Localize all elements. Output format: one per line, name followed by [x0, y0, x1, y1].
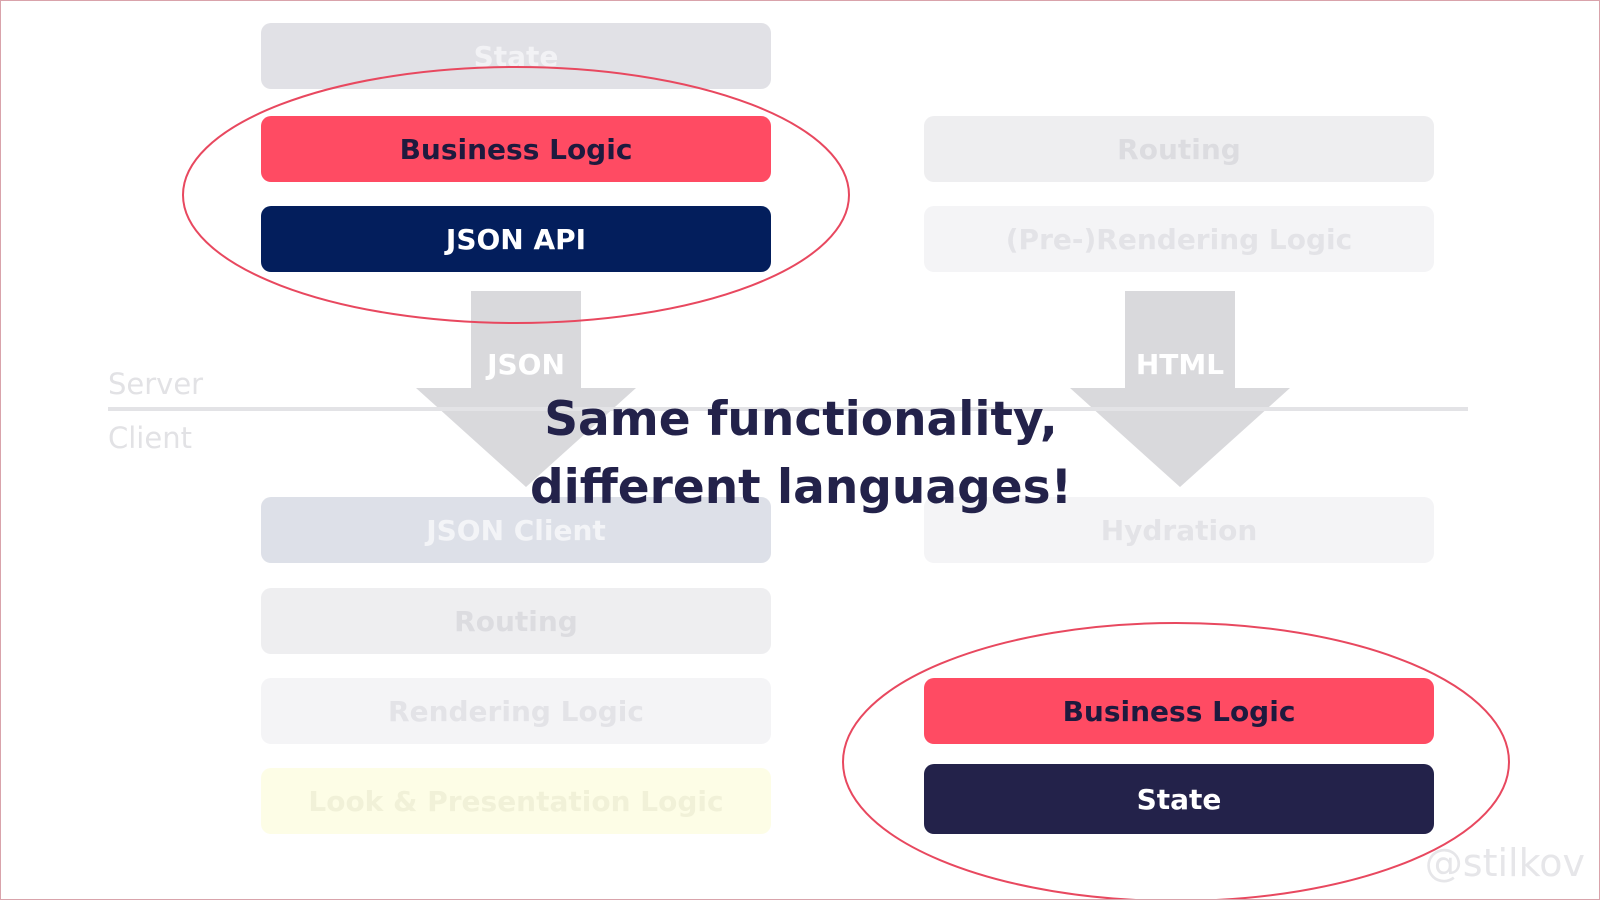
- json-arrow-label: JSON: [487, 348, 565, 381]
- right-state-label: State: [1136, 782, 1222, 816]
- slide: State Business Logic JSON API Routing (P…: [0, 0, 1600, 900]
- rendering-logic-label: Rendering Logic: [388, 694, 644, 728]
- right-routing-label: Routing: [1117, 132, 1241, 166]
- left-routing-box: Routing: [261, 588, 771, 654]
- right-state-box: State: [924, 764, 1434, 834]
- headline-line-2: different languages!: [529, 460, 1073, 515]
- look-presentation-label: Look & Presentation Logic: [308, 784, 724, 818]
- left-business-logic-box: Business Logic: [261, 116, 771, 182]
- client-logic-ellipse: [842, 622, 1510, 899]
- left-state-box: State: [261, 23, 771, 89]
- look-presentation-box: Look & Presentation Logic: [261, 768, 771, 834]
- left-routing-label: Routing: [454, 604, 578, 638]
- headline-line-1: Same functionality,: [544, 392, 1058, 447]
- right-business-logic-label: Business Logic: [1062, 694, 1296, 728]
- html-arrow-label: HTML: [1135, 348, 1225, 381]
- right-business-logic-box: Business Logic: [924, 678, 1434, 744]
- left-state-label: State: [473, 39, 559, 73]
- left-business-logic-label: Business Logic: [399, 132, 633, 166]
- author-handle: @stilkov: [1424, 841, 1585, 885]
- json-api-label: JSON API: [445, 222, 587, 256]
- server-logic-ellipse: [182, 66, 850, 324]
- rendering-logic-box: Rendering Logic: [261, 678, 771, 744]
- prerendering-logic-label: (Pre-)Rendering Logic: [1005, 222, 1353, 256]
- json-api-box: JSON API: [261, 206, 771, 272]
- prerendering-logic-box: (Pre-)Rendering Logic: [924, 206, 1434, 272]
- right-routing-box: Routing: [924, 116, 1434, 182]
